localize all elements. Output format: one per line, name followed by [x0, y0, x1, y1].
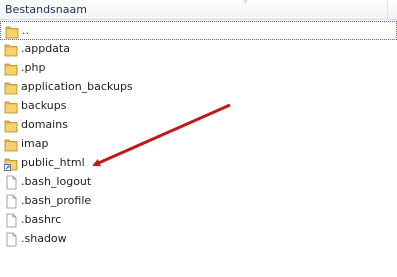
file-icon: [4, 194, 18, 209]
column-header-filename[interactable]: Bestandsnaam: [5, 3, 87, 16]
file-name: imap: [21, 137, 49, 150]
list-item[interactable]: ..: [0, 21, 397, 40]
file-list: .. .appdata .php application_backupsbackups…: [0, 21, 397, 249]
list-item[interactable]: .appdata: [0, 40, 397, 59]
sort-arrow-icon: ⌃: [242, 0, 249, 8]
file-icon: [4, 213, 18, 228]
folder-icon: [4, 80, 18, 95]
folder-shortcut-icon: [4, 156, 18, 171]
file-name: ..: [22, 24, 29, 37]
folder-icon: [4, 137, 18, 152]
folder-icon: [5, 24, 19, 39]
file-icon: [4, 232, 18, 247]
file-icon: [4, 175, 18, 190]
folder-icon: [4, 99, 18, 114]
list-item[interactable]: domains: [0, 116, 397, 135]
list-item[interactable]: public_html: [0, 154, 397, 173]
file-list-header: Bestandsnaam ⌃: [0, 0, 397, 20]
list-item[interactable]: .bash_logout: [0, 173, 397, 192]
list-item[interactable]: application_backups: [0, 78, 397, 97]
file-name: domains: [21, 118, 68, 131]
file-name: .bashrc: [21, 213, 62, 226]
list-item[interactable]: .php: [0, 59, 397, 78]
file-name: .bash_logout: [21, 175, 92, 188]
list-item[interactable]: imap: [0, 135, 397, 154]
file-name: .php: [21, 61, 46, 74]
folder-icon: [4, 42, 18, 57]
file-name: public_html: [21, 156, 85, 169]
folder-icon: [4, 61, 18, 76]
column-divider[interactable]: [387, 0, 388, 20]
file-name: application_backups: [21, 80, 133, 93]
file-name: .shadow: [21, 232, 67, 245]
file-name: .appdata: [21, 42, 70, 55]
folder-icon: [4, 118, 18, 133]
file-name: backups: [21, 99, 67, 112]
list-item[interactable]: .bashrc: [0, 211, 397, 230]
list-item[interactable]: .shadow: [0, 230, 397, 249]
list-item[interactable]: backups: [0, 97, 397, 116]
list-item[interactable]: .bash_profile: [0, 192, 397, 211]
file-name: .bash_profile: [21, 194, 92, 207]
